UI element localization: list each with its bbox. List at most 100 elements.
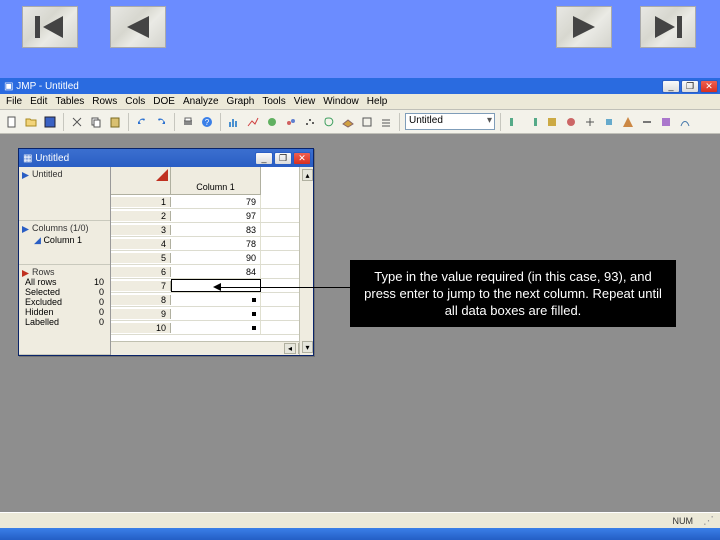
inner-maximize-button[interactable]: ❐ [274,152,292,165]
inner-close-button[interactable]: ✕ [293,152,311,165]
row-header[interactable]: 1 [111,197,171,207]
menu-window[interactable]: Window [323,96,359,107]
rowstat-all: All rows10 [22,277,107,287]
overlay-icon[interactable] [283,114,299,130]
cell[interactable] [171,321,261,334]
menu-file[interactable]: File [6,96,22,107]
tools3-icon[interactable] [582,114,598,130]
table-row: 8 [111,293,312,307]
scroll-left-icon[interactable]: ◂ [284,343,296,354]
menu-view[interactable]: View [294,96,316,107]
scatter-icon[interactable] [302,114,318,130]
windows-taskbar[interactable] [0,528,720,540]
inner-minimize-button[interactable]: _ [255,152,273,165]
tools8-icon[interactable] [677,114,693,130]
cell[interactable]: 97 [171,209,261,222]
side-panel: Untitled Columns (1/0) ◢ Column 1 [19,167,111,355]
menu-graph[interactable]: Graph [227,96,255,107]
column-name[interactable]: Column 1 [43,235,82,245]
resize-grip-icon[interactable]: ⋰ [703,514,712,527]
menu-help[interactable]: Help [367,96,388,107]
align-r-icon[interactable] [525,114,541,130]
horizontal-scrollbar[interactable]: ◂ ▸ [111,341,312,355]
cell[interactable]: 83 [171,223,261,236]
column-header[interactable]: Column 1 [171,167,261,195]
save-icon[interactable] [42,114,58,130]
scroll-up-icon[interactable]: ▴ [302,169,313,181]
menu-doe[interactable]: DOE [153,96,175,107]
nav-last-button[interactable] [640,6,696,48]
row-header[interactable]: 10 [111,323,171,333]
missing-value-dot [252,312,256,316]
print-icon[interactable] [180,114,196,130]
row-header[interactable]: 3 [111,225,171,235]
align-l-icon[interactable] [506,114,522,130]
tool-a-icon[interactable] [359,114,375,130]
maximize-button[interactable]: ❐ [681,80,699,93]
tools2-icon[interactable] [563,114,579,130]
row-header[interactable]: 8 [111,295,171,305]
cell[interactable]: 84 [171,265,261,278]
vertical-scrollbar[interactable]: ▴ ▾ [299,167,313,355]
open-icon[interactable] [23,114,39,130]
cell[interactable] [171,307,261,320]
undo-icon[interactable] [134,114,150,130]
row-header[interactable]: 6 [111,267,171,277]
chart-icon[interactable] [264,114,280,130]
paste-icon[interactable] [107,114,123,130]
nav-next-button[interactable] [556,6,612,48]
inner-titlebar: ▦ Untitled _ ❐ ✕ [19,149,313,167]
cell[interactable]: 79 [171,195,261,208]
tools6-icon[interactable] [639,114,655,130]
row-header[interactable]: 5 [111,253,171,263]
fit-icon[interactable] [245,114,261,130]
dist-icon[interactable] [226,114,242,130]
spreadsheet: Column 1 17929738347859068478910 ◂ ▸ [111,167,313,355]
nav-first-button[interactable] [22,6,78,48]
cut-icon[interactable] [69,114,85,130]
table-row: 383 [111,223,312,237]
row-header[interactable]: 4 [111,239,171,249]
help-icon[interactable]: ? [199,114,215,130]
window-select-combo[interactable]: Untitled [405,113,495,130]
menu-edit[interactable]: Edit [30,96,47,107]
menu-tools[interactable]: Tools [262,96,285,107]
redo-icon[interactable] [153,114,169,130]
menu-cols[interactable]: Cols [125,96,145,107]
rowstat-hidden: Hidden0 [22,307,107,317]
tool-b-icon[interactable] [378,114,394,130]
disclosure-icon[interactable] [22,225,29,232]
instruction-callout: Type in the value required (in this case… [350,260,676,327]
cell[interactable] [171,293,261,306]
contour-icon[interactable] [321,114,337,130]
cell[interactable]: 90 [171,251,261,264]
menu-analyze[interactable]: Analyze [183,96,219,107]
status-indicator: NUM [673,516,694,526]
row-header[interactable]: 9 [111,309,171,319]
copy-icon[interactable] [88,114,104,130]
tools7-icon[interactable] [658,114,674,130]
menu-tables[interactable]: Tables [55,96,84,107]
tools5-icon[interactable] [620,114,636,130]
menu-bar: File Edit Tables Rows Cols DOE Analyze G… [0,94,720,110]
tools1-icon[interactable] [544,114,560,130]
table-row: 179 [111,195,312,209]
table-row: 478 [111,237,312,251]
minimize-button[interactable]: _ [662,80,680,93]
new-icon[interactable] [4,114,20,130]
prev-icon [121,12,155,42]
status-bar: NUM ⋰ [0,512,720,528]
nav-prev-button[interactable] [110,6,166,48]
rowstat-labelled: Labelled0 [22,317,107,327]
disclosure-icon[interactable] [22,171,29,178]
tools4-icon[interactable] [601,114,617,130]
row-header[interactable]: 2 [111,211,171,221]
menu-rows[interactable]: Rows [92,96,117,107]
row-header[interactable]: 7 [111,281,171,291]
disclosure-icon[interactable] [22,269,29,276]
cell[interactable]: 78 [171,237,261,250]
surface-icon[interactable] [340,114,356,130]
scroll-down-icon[interactable]: ▾ [302,341,313,353]
sheet-corner[interactable] [111,167,171,195]
close-button[interactable]: ✕ [700,80,718,93]
